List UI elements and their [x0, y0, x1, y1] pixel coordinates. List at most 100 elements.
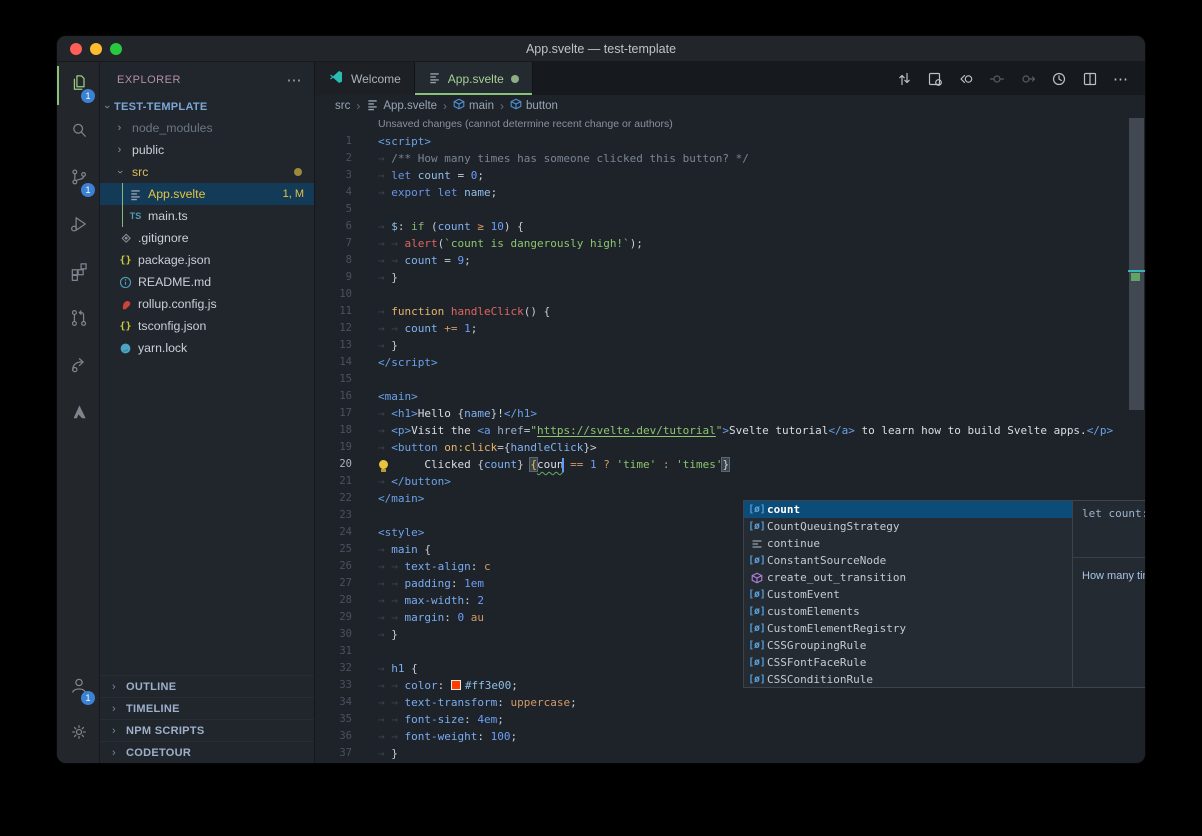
- sidebar-item-src[interactable]: ›src: [100, 161, 314, 183]
- code-line[interactable]: 19→ <button on:click={handleClick}>: [315, 439, 1145, 456]
- sidebar-section-outline[interactable]: ›OUTLINE: [100, 675, 314, 697]
- code-line[interactable]: 14</script>: [315, 354, 1145, 371]
- sidebar-item-yarn-lock[interactable]: yarn.lock: [100, 337, 314, 359]
- line-content: Clicked {count} {coun == 1 ? 'time' : 't…: [378, 456, 729, 473]
- sidebar-item-rollup-config-js[interactable]: rollup.config.js: [100, 293, 314, 315]
- suggestion-customelementregistry[interactable]: [ø]CustomElementRegistry: [744, 620, 1072, 637]
- breadcrumb-button[interactable]: button: [510, 98, 558, 113]
- symbol-variable-icon: [ø]: [747, 674, 767, 685]
- line-number: 22: [315, 490, 378, 507]
- activity-accounts[interactable]: 1: [57, 664, 100, 711]
- suggestion-create_out_transition[interactable]: create_out_transition: [744, 569, 1072, 586]
- sidebar-section-codetour[interactable]: ›CODETOUR: [100, 741, 314, 763]
- suggestion-cssconditionrule[interactable]: [ø]CSSConditionRule: [744, 671, 1072, 688]
- suggestion-countqueuingstrategy[interactable]: [ø]CountQueuingStrategy: [744, 518, 1072, 535]
- breadcrumb-src[interactable]: src: [335, 100, 350, 112]
- tab-welcome[interactable]: Welcome: [315, 62, 415, 95]
- activity-azure[interactable]: [57, 391, 100, 438]
- scrollbar-slider[interactable]: [1129, 118, 1144, 410]
- code-line[interactable]: 7→ → alert(`count is dangerously high!`)…: [315, 235, 1145, 252]
- code-line[interactable]: 35→ → font-size: 4em;: [315, 711, 1145, 728]
- code-line[interactable]: 17→ <h1>Hello {name}!</h1>: [315, 405, 1145, 422]
- code-line[interactable]: 1<script>: [315, 133, 1145, 150]
- modified-dot-icon[interactable]: [511, 75, 519, 83]
- code-line[interactable]: 16<main>: [315, 388, 1145, 405]
- code-line[interactable]: 37→ }: [315, 745, 1145, 762]
- code-line[interactable]: 18→ <p>Visit the <a href="https://svelte…: [315, 422, 1145, 439]
- sidebar-item-tsconfig-json[interactable]: {}tsconfig.json: [100, 315, 314, 337]
- code-line[interactable]: 13→ }: [315, 337, 1145, 354]
- activity-source-control[interactable]: 1: [57, 156, 100, 203]
- code-line[interactable]: 34→ → text-transform: uppercase;: [315, 694, 1145, 711]
- symbol-variable-icon: [ø]: [747, 640, 767, 651]
- more-actions-icon[interactable]: ⋯: [287, 71, 303, 89]
- code-line[interactable]: 2→ /** How many times has someone clicke…: [315, 150, 1145, 167]
- split-editor-icon[interactable]: [1079, 68, 1101, 90]
- code-line[interactable]: 15: [315, 371, 1145, 388]
- previous-change-icon[interactable]: [986, 68, 1008, 90]
- titlebar[interactable]: App.svelte — test-template: [57, 36, 1145, 62]
- suggestion-cssgroupingrule[interactable]: [ø]CSSGroupingRule: [744, 637, 1072, 654]
- sidebar-item-app-svelte[interactable]: App.svelte1, M: [100, 183, 314, 205]
- code-line[interactable]: 12→ → count += 1;: [315, 320, 1145, 337]
- sidebar-item-public[interactable]: ›public: [100, 139, 314, 161]
- code-line[interactable]: 4→ export let name;: [315, 184, 1145, 201]
- suggestion-continue[interactable]: continue: [744, 535, 1072, 552]
- line-number: 14: [315, 354, 378, 371]
- navigate-back-icon[interactable]: [955, 68, 977, 90]
- line-content: → }: [378, 337, 398, 354]
- breadcrumb-main[interactable]: main: [453, 98, 494, 113]
- activity-extensions[interactable]: [57, 250, 100, 297]
- code-line[interactable]: 21→ </button>: [315, 473, 1145, 490]
- sidebar-section-timeline[interactable]: ›TIMELINE: [100, 697, 314, 719]
- line-number: 5: [315, 201, 378, 218]
- sidebar-item-main-ts[interactable]: TSmain.ts: [100, 205, 314, 227]
- code-line[interactable]: 6→ $: if (count ≥ 10) {: [315, 218, 1145, 235]
- sidebar-item-readme-md[interactable]: README.md: [100, 271, 314, 293]
- line-number: 35: [315, 711, 378, 728]
- tab-app-svelte[interactable]: App.svelte: [415, 62, 533, 95]
- code-line[interactable]: 20 Clicked {count} {coun == 1 ? 'time' :…: [315, 456, 1145, 473]
- compare-changes-icon[interactable]: [893, 68, 915, 90]
- suggest-details-panel: let count: number × How many times has s…: [1073, 500, 1145, 688]
- sidebar-section-npm-scripts[interactable]: ›NPM SCRIPTS: [100, 719, 314, 741]
- activity-live-share[interactable]: [57, 344, 100, 391]
- sidebar-item-package-json[interactable]: {}package.json: [100, 249, 314, 271]
- next-change-icon[interactable]: [1017, 68, 1039, 90]
- more-actions-icon[interactable]: ⋯: [1110, 68, 1132, 90]
- code-line[interactable]: 5: [315, 201, 1145, 218]
- editor-group: WelcomeApp.svelte ⋯ src›App.svelte›main›…: [315, 62, 1145, 763]
- project-root-row[interactable]: › TEST-TEMPLATE: [100, 97, 314, 117]
- code-line[interactable]: 10: [315, 286, 1145, 303]
- suggestion-customelements[interactable]: [ø]customElements: [744, 603, 1072, 620]
- explorer-title: EXPLORER: [117, 74, 181, 86]
- code-line[interactable]: 8→ → count = 9;: [315, 252, 1145, 269]
- line-number: 11: [315, 303, 378, 320]
- activity-explorer-files[interactable]: 1: [57, 62, 100, 109]
- activity-search[interactable]: [57, 109, 100, 156]
- activity-run-debug[interactable]: [57, 203, 100, 250]
- sidebar-item--gitignore[interactable]: .gitignore: [100, 227, 314, 249]
- ts-file-icon: TS: [128, 211, 143, 221]
- line-number: 30: [315, 626, 378, 643]
- suggestion-customevent[interactable]: [ø]CustomEvent: [744, 586, 1072, 603]
- activity-settings-gear[interactable]: [57, 711, 100, 758]
- code-line[interactable]: 11→ function handleClick() {: [315, 303, 1145, 320]
- open-preview-icon[interactable]: [924, 68, 946, 90]
- window-title: App.svelte — test-template: [57, 36, 1145, 62]
- line-content: → main {: [378, 541, 431, 558]
- timeline-clock-icon[interactable]: [1048, 68, 1070, 90]
- code-line[interactable]: 3→ let count = 0;: [315, 167, 1145, 184]
- line-number: 28: [315, 592, 378, 609]
- code-line[interactable]: 9→ }: [315, 269, 1145, 286]
- symbol-variable-icon: [ø]: [747, 657, 767, 668]
- lightbulb-icon[interactable]: [379, 460, 388, 469]
- line-number: 4: [315, 184, 378, 201]
- code-line[interactable]: 36→ → font-weight: 100;: [315, 728, 1145, 745]
- suggestion-cssfontfacerule[interactable]: [ø]CSSFontFaceRule: [744, 654, 1072, 671]
- activity-github-pr[interactable]: [57, 297, 100, 344]
- suggestion-constantsourcenode[interactable]: [ø]ConstantSourceNode: [744, 552, 1072, 569]
- suggestion-count[interactable]: [ø]count: [744, 501, 1072, 518]
- sidebar-item-node-modules[interactable]: ›node_modules: [100, 117, 314, 139]
- breadcrumb-app-svelte[interactable]: App.svelte: [366, 98, 437, 114]
